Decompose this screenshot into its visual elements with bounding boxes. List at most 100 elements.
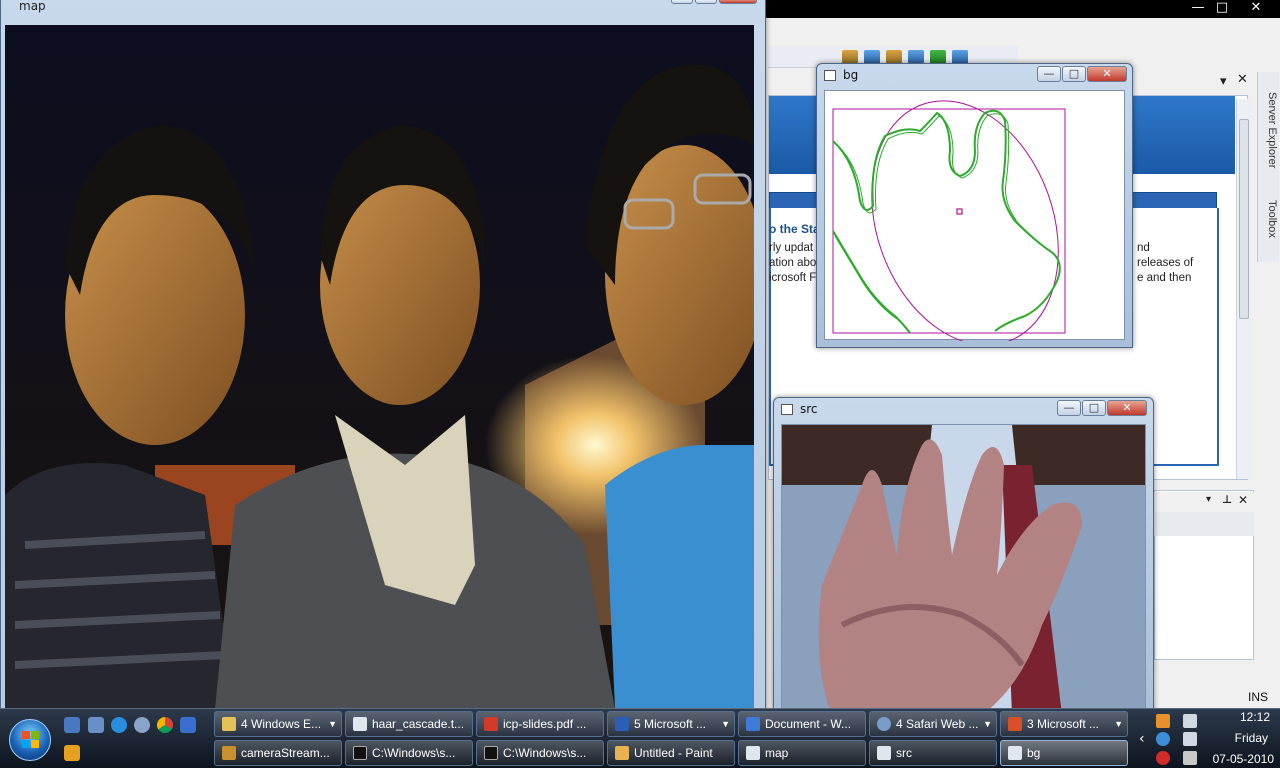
clock-time[interactable]: 12:12 (1240, 710, 1270, 724)
doc-text-line: ation abo (769, 257, 817, 269)
clock-day[interactable]: Friday (1235, 731, 1268, 745)
server-explorer-tab[interactable]: Server Explorer (1260, 92, 1278, 168)
src-close-button[interactable]: ✕ (1107, 400, 1147, 416)
src-camera-image (781, 424, 1146, 714)
tray-volume-icon[interactable] (1183, 751, 1197, 765)
bg-canvas (824, 90, 1125, 346)
ide-minimize-button[interactable]: — (1186, 0, 1210, 17)
pdf-icon (484, 717, 498, 731)
map-camera-image (5, 25, 754, 709)
task-camera-stream[interactable]: cameraStream... (214, 740, 342, 766)
src-minimize-button[interactable]: — (1057, 400, 1081, 416)
task-paint[interactable]: Untitled - Paint (607, 740, 735, 766)
app-icon (222, 746, 236, 760)
office-icon (1008, 717, 1022, 731)
window-icon (746, 746, 760, 760)
task-wordpad-document[interactable]: Document - W... (738, 711, 866, 737)
bg-window[interactable]: bg — □ ✕ (816, 63, 1133, 348)
task-cmd-2[interactable]: C:\Windows\s... (476, 740, 604, 766)
bg-close-button[interactable]: ✕ (1087, 66, 1127, 82)
dropdown-arrow-icon: ▼ (328, 719, 337, 729)
toolbar-button-icon[interactable] (886, 50, 902, 64)
doc-text-line: e and then (1137, 272, 1192, 284)
start-page-heading[interactable]: o the Sta (769, 222, 820, 236)
toolbar-button-icon[interactable] (908, 50, 924, 64)
ide-close-button[interactable]: ✕ (1244, 0, 1268, 17)
dropdown-arrow-icon: ▼ (983, 719, 992, 729)
bg-minimize-button[interactable]: — (1037, 66, 1061, 82)
task-windows-explorer[interactable]: 4 Windows E... ▼ (214, 711, 342, 737)
internet-explorer-icon[interactable] (111, 717, 127, 733)
task-label: 3 Microsoft ... (1027, 717, 1100, 731)
task-label: C:\Windows\s... (372, 746, 456, 760)
bg-maximize-button[interactable]: □ (1062, 66, 1086, 82)
src-window[interactable]: src — □ ✕ (773, 397, 1154, 715)
toolbar-button-icon[interactable] (952, 50, 968, 64)
start-button[interactable] (9, 719, 51, 761)
wordpad-icon (746, 717, 760, 731)
safari-icon[interactable] (134, 717, 150, 733)
task-label: 4 Windows E... (241, 717, 322, 731)
map-close-button[interactable] (719, 0, 757, 4)
tray-expand-icon[interactable]: ‹ (1139, 731, 1145, 747)
ide-titlebar: — □ ✕ (760, 0, 1280, 18)
window-app-icon (824, 70, 836, 81)
switch-windows-icon[interactable] (88, 717, 104, 733)
task-safari[interactable]: 4 Safari Web ... ▼ (869, 711, 997, 737)
taskbar: 4 Windows E... ▼ haar_cascade.t... icp-sl… (0, 708, 1280, 768)
window-icon (877, 746, 891, 760)
ide-restore-button[interactable]: □ (1210, 0, 1234, 17)
app-shortcut-icon[interactable] (180, 717, 196, 733)
task-label: bg (1027, 746, 1041, 760)
safari-icon (877, 717, 891, 731)
clock-date[interactable]: 07-05-2010 (1213, 752, 1274, 766)
bottom-panel-toolbar (1154, 512, 1254, 536)
task-icp-slides-pdf[interactable]: icp-slides.pdf ... (476, 711, 604, 737)
dropdown-arrow-icon[interactable]: ▾ (1220, 74, 1227, 89)
tray-network-icon[interactable] (1156, 732, 1170, 746)
toolbox-tab[interactable]: Toolbox (1260, 200, 1278, 238)
word-icon (615, 717, 629, 731)
dropdown-arrow-icon[interactable]: ▾ (1206, 494, 1211, 505)
task-src[interactable]: src (869, 740, 997, 766)
task-label: 5 Microsoft ... (634, 717, 707, 731)
task-label: haar_cascade.t... (372, 717, 465, 731)
photo-of-three-people (5, 25, 754, 709)
window-icon (1008, 746, 1022, 760)
bottom-panel-header: ▾ ⊥ ✕ (1154, 492, 1254, 512)
cmd-icon (353, 746, 367, 760)
tray-antivirus-icon[interactable] (1156, 751, 1170, 765)
toolbar-button-icon[interactable] (864, 50, 880, 64)
close-doc-icon[interactable]: ✕ (1237, 72, 1248, 87)
map-maximize-button[interactable] (695, 0, 717, 4)
src-window-title: src (800, 402, 818, 416)
pin-icon[interactable]: ⊥ (1222, 493, 1232, 506)
tray-monitor-icon[interactable] (1183, 732, 1197, 746)
doc-scrollbar[interactable] (1236, 99, 1251, 479)
mail-icon[interactable] (64, 745, 80, 761)
task-cmd-1[interactable]: C:\Windows\s... (345, 740, 473, 766)
map-window[interactable]: map (0, 0, 766, 716)
task-label: icp-slides.pdf ... (503, 717, 587, 731)
show-desktop-icon[interactable] (64, 717, 80, 733)
tray-battery-icon[interactable] (1183, 714, 1197, 728)
task-haar-cascade[interactable]: haar_cascade.t... (345, 711, 473, 737)
ide-side-toolstrip: Server Explorer Toolbox (1257, 72, 1279, 262)
map-minimize-button[interactable] (671, 0, 693, 4)
toolbar-button-icon[interactable] (842, 50, 858, 64)
tray-app-icon[interactable] (1156, 714, 1170, 728)
task-label: C:\Windows\s... (503, 746, 587, 760)
toolbar-button-icon[interactable] (930, 50, 946, 64)
task-microsoft-office[interactable]: 3 Microsoft ... ▼ (1000, 711, 1128, 737)
task-map[interactable]: map (738, 740, 866, 766)
task-bg[interactable]: bg (1000, 740, 1128, 766)
scrollbar-thumb[interactable] (1239, 119, 1249, 319)
doc-text-line: icrosoft F (769, 272, 817, 284)
task-label: Document - W... (765, 717, 852, 731)
chrome-icon[interactable] (157, 717, 173, 733)
bg-window-title: bg (843, 68, 859, 82)
close-panel-icon[interactable]: ✕ (1238, 493, 1248, 507)
src-maximize-button[interactable]: □ (1082, 400, 1106, 416)
paint-icon (615, 746, 629, 760)
task-microsoft-word[interactable]: 5 Microsoft ... ▼ (607, 711, 735, 737)
